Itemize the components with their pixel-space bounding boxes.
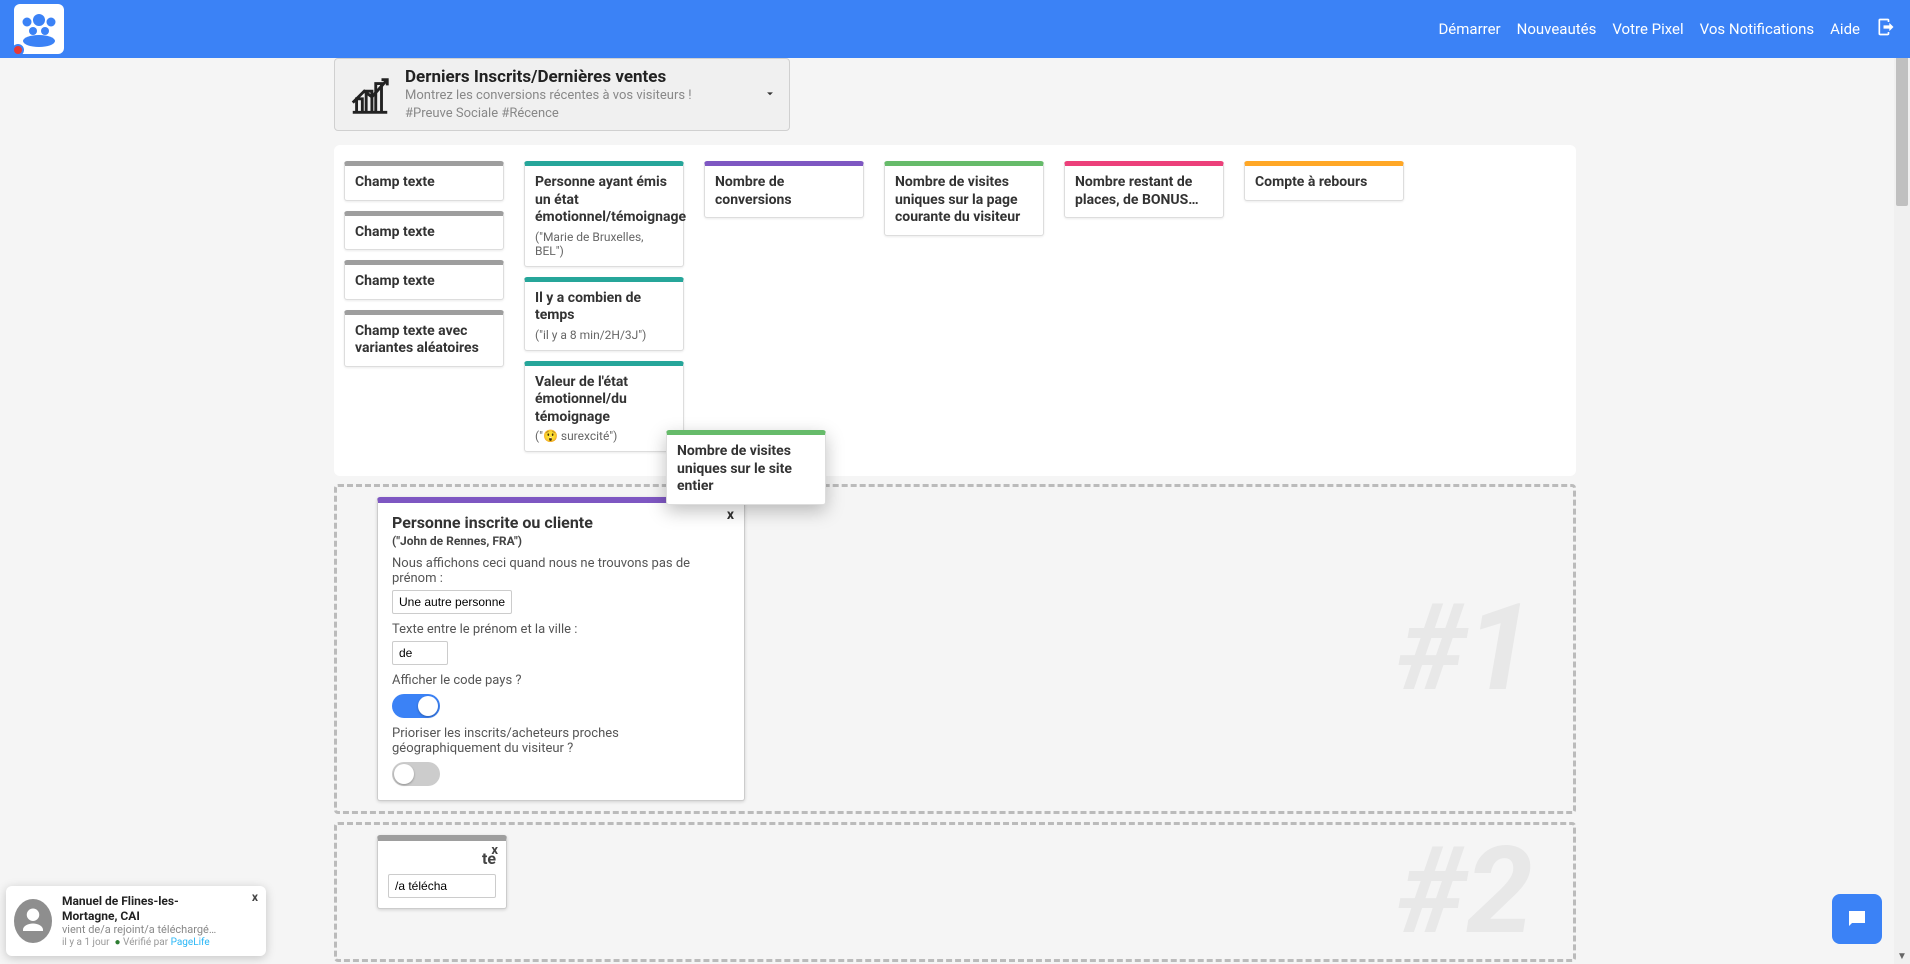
toggle-prioritize-geo[interactable] (392, 762, 440, 786)
chevron-down-icon[interactable] (763, 85, 777, 104)
drop-zone-2[interactable]: #2 x te (334, 822, 1576, 962)
close-icon[interactable]: x (727, 507, 734, 523)
topbar: Démarrer Nouveautés Votre Pixel Vos Noti… (0, 0, 1910, 58)
nav-nouveautes[interactable]: Nouveautés (1517, 20, 1597, 38)
header-title: Derniers Inscrits/Dernières ventes (405, 67, 692, 87)
input-between[interactable] (392, 641, 448, 665)
widget-temps-ecoule[interactable]: Il y a combien de temps ("il y a 8 min/2… (524, 277, 684, 351)
header-sub2: #Preuve Sociale #Récence (405, 105, 692, 123)
widget-col-teal: Personne ayant émis un état émotionnel/t… (524, 161, 684, 452)
logout-icon[interactable] (1876, 17, 1896, 41)
vertical-scrollbar[interactable]: ▲ ▼ (1894, 0, 1910, 964)
top-nav: Démarrer Nouveautés Votre Pixel Vos Noti… (1438, 17, 1896, 41)
widget-champ-texte-variantes[interactable]: Champ texte avec variantes aléatoires (344, 310, 504, 367)
notif-sub: vient de/a rejoint/a téléchargé… (62, 923, 230, 936)
config-champ-texte-zone2: x te (377, 835, 507, 909)
zone-number: #2 (1397, 822, 1533, 962)
input-noname[interactable] (392, 590, 512, 614)
label-noname: Nous affichons ceci quand nous ne trouvo… (392, 556, 730, 586)
config-example: ("John de Rennes, FRA") (392, 534, 730, 548)
label-prioritize: Prioriser les inscrits/acheteurs proches… (392, 726, 730, 756)
toggle-country-code[interactable] (392, 694, 440, 718)
zone2-title-suffix: te (388, 849, 496, 868)
widget-col-purple: Nombre de conversions (704, 161, 864, 218)
social-proof-popup[interactable]: x Manuel de Flines-les-Mortagne, CAI vie… (6, 886, 266, 956)
avatar-icon (14, 899, 52, 943)
notification-type-header[interactable]: Derniers Inscrits/Dernières ventes Montr… (334, 58, 790, 131)
widget-personne-emotion[interactable]: Personne ayant émis un état émotionnel/t… (524, 161, 684, 267)
chart-icon (347, 72, 393, 118)
scroll-down-icon[interactable]: ▼ (1894, 948, 1910, 964)
zone2-input[interactable] (388, 874, 496, 898)
config-personne-inscrite: x Personne inscrite ou cliente ("John de… (377, 497, 745, 801)
widget-valeur-emotion[interactable]: Valeur de l'état émotionnel/du témoignag… (524, 361, 684, 453)
widget-nombre-conversions[interactable]: Nombre de conversions (704, 161, 864, 218)
widget-col-gray: Champ texte Champ texte Champ texte Cham… (344, 161, 504, 367)
nav-vos-notifications[interactable]: Vos Notifications (1700, 20, 1815, 38)
app-logo[interactable] (14, 4, 64, 54)
close-icon[interactable]: x (491, 843, 498, 858)
widget-visites-page[interactable]: Nombre de visites uniques sur la page co… (884, 161, 1044, 236)
label-country: Afficher le code pays ? (392, 673, 730, 688)
widget-champ-texte[interactable]: Champ texte (344, 260, 504, 300)
widget-col-orange: Compte à rebours (1244, 161, 1404, 201)
widget-champ-texte[interactable]: Champ texte (344, 211, 504, 251)
drop-zone-1[interactable]: #1 x Personne inscrite ou cliente ("John… (334, 484, 1576, 814)
label-between: Texte entre le prénom et la ville : (392, 622, 730, 637)
nav-votre-pixel[interactable]: Votre Pixel (1612, 20, 1683, 38)
widget-col-pink: Nombre restant de places, de BONUS… (1064, 161, 1224, 218)
widget-nombre-restant[interactable]: Nombre restant de places, de BONUS… (1064, 161, 1224, 218)
widget-col-green: Nombre de visites uniques sur la page co… (884, 161, 1044, 236)
widget-compte-rebours[interactable]: Compte à rebours (1244, 161, 1404, 201)
nav-demarrer[interactable]: Démarrer (1438, 20, 1500, 38)
notif-meta: il y a 1 jour ● Vérifié par PageLife (62, 937, 230, 948)
chat-fab[interactable] (1832, 894, 1882, 944)
status-dot-icon (12, 44, 24, 56)
widget-palette: Champ texte Champ texte Champ texte Cham… (334, 145, 1576, 476)
config-title: Personne inscrite ou cliente (392, 513, 730, 532)
widget-visites-site-dragging[interactable]: Nombre de visites uniques sur le site en… (666, 430, 826, 505)
zone-number: #1 (1397, 579, 1533, 719)
widget-champ-texte[interactable]: Champ texte (344, 161, 504, 201)
close-icon[interactable]: x (252, 890, 258, 904)
nav-aide[interactable]: Aide (1830, 20, 1860, 38)
notif-title: Manuel de Flines-les-Mortagne, CAI (62, 894, 230, 923)
header-sub1: Montrez les conversions récentes à vos v… (405, 87, 692, 105)
